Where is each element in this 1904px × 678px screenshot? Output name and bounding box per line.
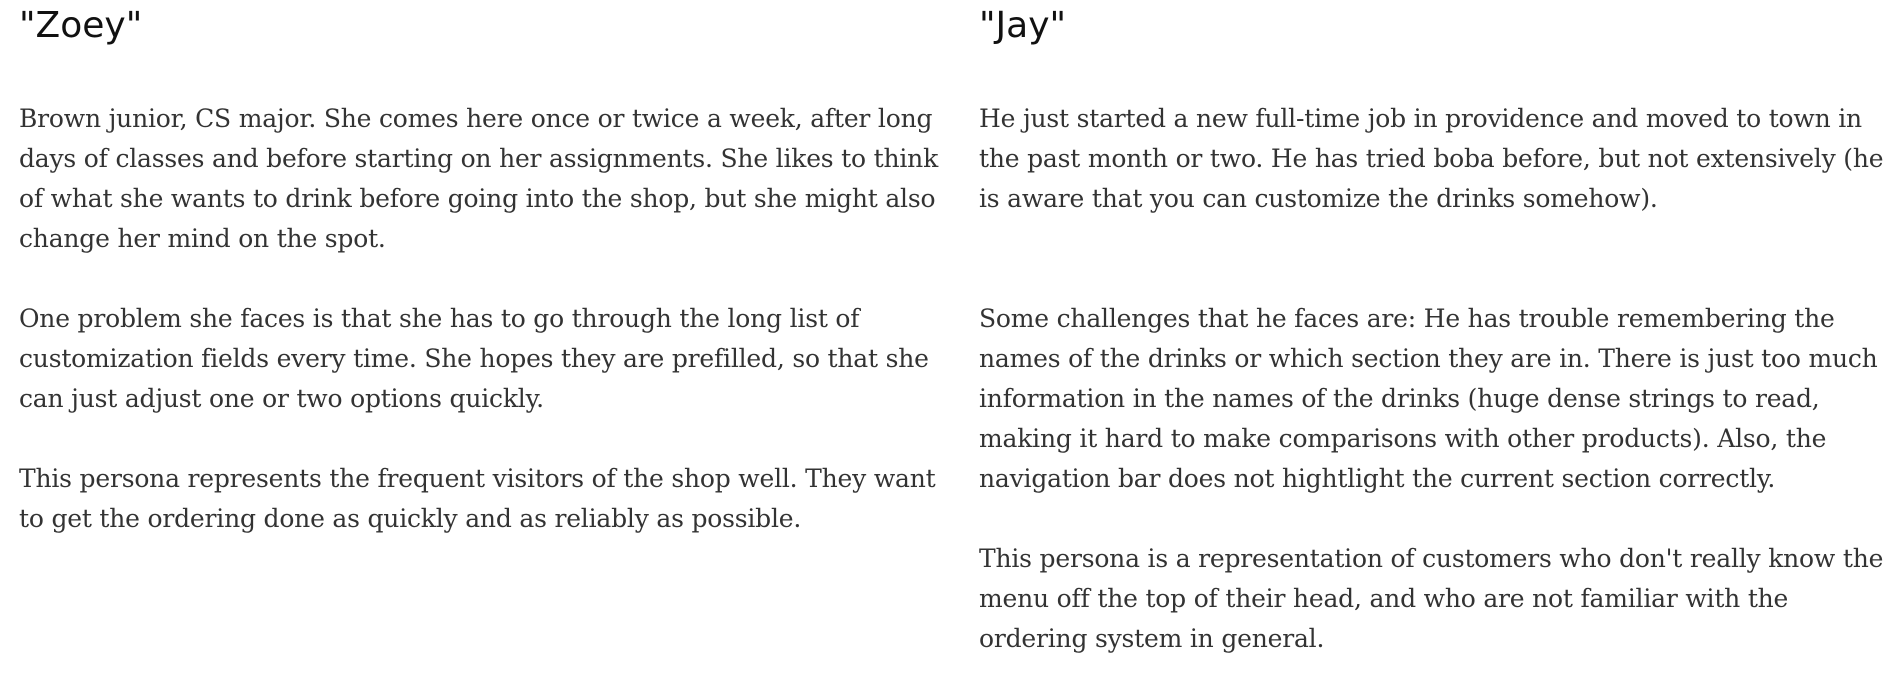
personas-page: "Zoey" Brown junior, CS major. She comes…: [0, 0, 1904, 678]
persona-name: "Jay": [979, 5, 1067, 46]
persona-background: Brown junior, CS major. She comes here o…: [19, 104, 939, 253]
persona-summary: This persona represents the frequent vis…: [19, 464, 936, 533]
persona-summary: This persona is a representation of cust…: [979, 544, 1884, 653]
persona-name: "Zoey": [19, 5, 143, 46]
persona-background: He just started a new full-time job in p…: [979, 104, 1884, 213]
persona-problem: One problem she faces is that she has to…: [19, 304, 929, 413]
persona-challenges: Some challenges that he faces are: He ha…: [979, 304, 1878, 493]
